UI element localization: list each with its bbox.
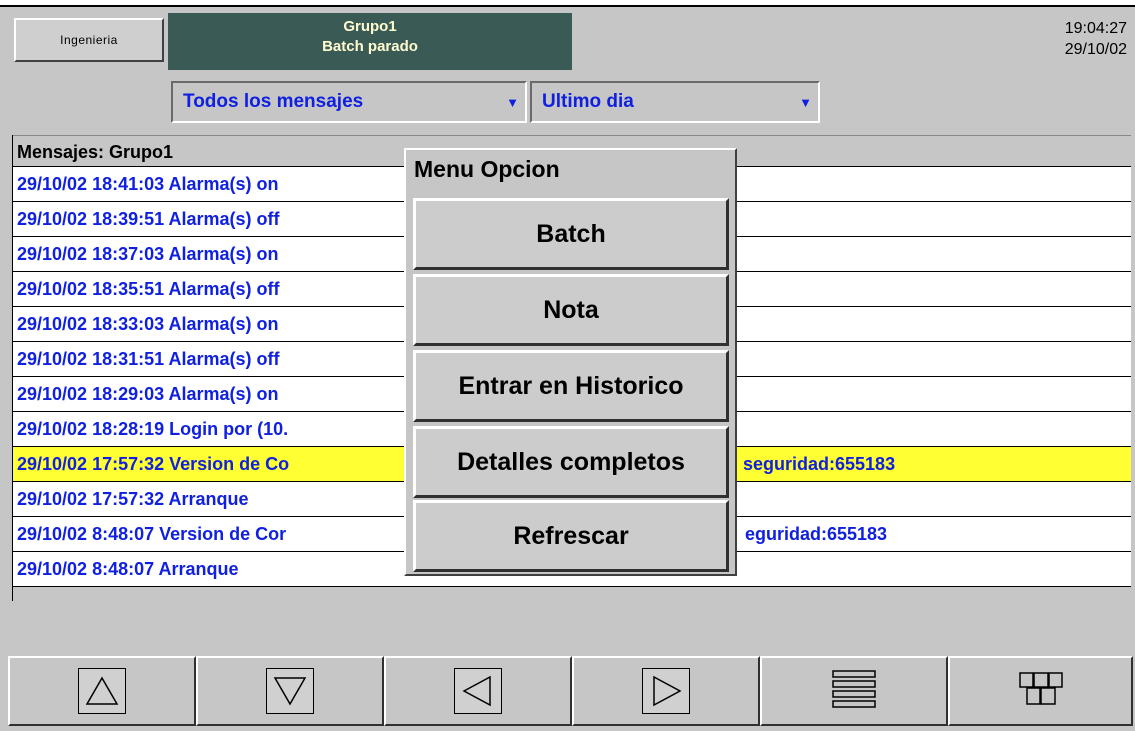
engineering-button[interactable]: Ingenieria (14, 18, 164, 62)
triangle-right-icon (642, 668, 690, 714)
period-filter-value: Ultimo dia (542, 91, 634, 112)
message-filter-dropdown[interactable]: Todos los mensajes ▼ (171, 81, 527, 123)
group-status-panel: Grupo1 Batch parado (168, 13, 572, 70)
menu-title: Menu Opcion (414, 156, 560, 182)
triangle-up-icon (78, 668, 126, 714)
scroll-right-button[interactable] (572, 656, 760, 726)
options-menu: Menu Opcion Batch Nota Entrar en Histori… (404, 148, 737, 576)
dropdown-arrow-icon: ▼ (506, 95, 519, 110)
layout-button[interactable] (948, 656, 1133, 726)
menu-lines-icon (832, 669, 876, 714)
period-filter-dropdown[interactable]: Ultimo dia ▼ (530, 81, 820, 123)
enter-history-button[interactable]: Entrar en Historico (413, 350, 729, 422)
batch-button[interactable]: Batch (413, 198, 729, 270)
top-border (0, 0, 1135, 7)
clock: 19:04:27 29/10/02 (1065, 18, 1127, 60)
clock-time: 19:04:27 (1064, 20, 1127, 37)
dropdown-arrow-icon: ▼ (799, 95, 812, 110)
navigation-bar (8, 656, 1133, 728)
menu-button[interactable] (760, 656, 948, 726)
scroll-up-button[interactable] (8, 656, 196, 726)
triangle-down-icon (266, 668, 314, 714)
grid-blocks-icon (1018, 671, 1064, 712)
clock-date: 29/10/02 (1064, 41, 1127, 58)
scroll-down-button[interactable] (196, 656, 384, 726)
message-row-tail: seguridad:655183 (743, 454, 896, 474)
note-button[interactable]: Nota (413, 274, 729, 346)
triangle-left-icon (454, 668, 502, 714)
full-details-button[interactable]: Detalles completos (413, 426, 729, 498)
message-row-tail: eguridad:655183 (745, 524, 888, 544)
scroll-left-button[interactable] (384, 656, 572, 726)
group-name: Grupo1 (343, 18, 397, 35)
batch-status: Batch parado (322, 38, 418, 55)
message-filter-value: Todos los mensajes (183, 91, 364, 112)
refresh-button[interactable]: Refrescar (413, 500, 729, 572)
